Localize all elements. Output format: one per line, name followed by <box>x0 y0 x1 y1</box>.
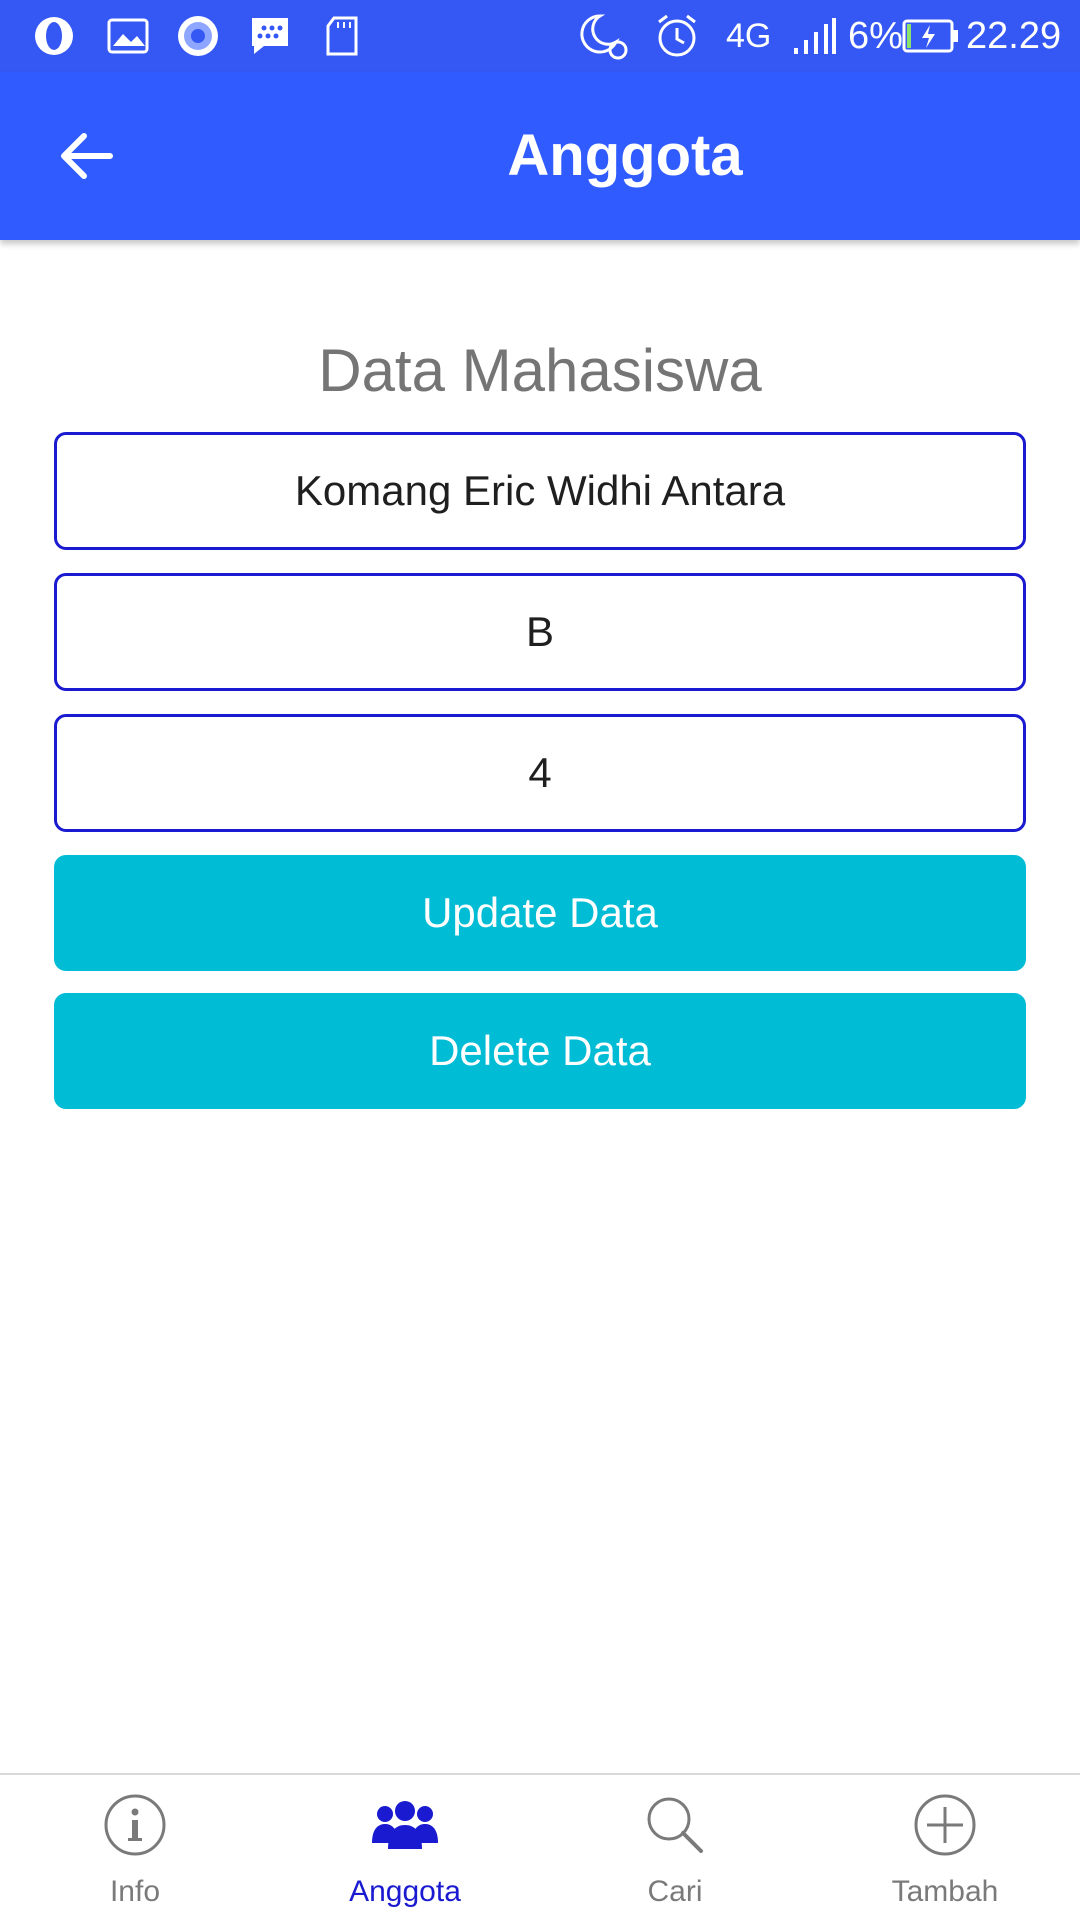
info-icon <box>0 1789 270 1861</box>
battery-percent: 6% <box>848 15 903 57</box>
add-icon <box>810 1789 1080 1861</box>
bbm-icon <box>246 14 294 58</box>
signal-icon <box>792 14 838 58</box>
status-bar: 4G 6% 22.29 <box>0 0 1080 72</box>
nav-label-info: Info <box>109 1875 161 1908</box>
do-not-disturb-alarm-icon <box>578 14 630 60</box>
clock: 22.29 <box>966 15 1062 57</box>
class-field[interactable] <box>54 573 1026 691</box>
battery-charging-icon <box>902 14 960 58</box>
nav-item-tambah[interactable]: Tambah <box>810 1775 1080 1922</box>
section-heading: Data Mahasiswa <box>318 337 762 404</box>
gallery-icon <box>104 14 152 58</box>
group-icon <box>270 1789 540 1861</box>
bottom-navigation: Info Anggota Cari Tambah <box>0 1773 1080 1922</box>
nav-label-anggota: Anggota <box>349 1875 461 1908</box>
nav-item-info[interactable]: Info <box>0 1775 270 1922</box>
nav-item-anggota[interactable]: Anggota <box>270 1775 540 1922</box>
page-title: Anggota <box>507 123 743 188</box>
search-icon <box>540 1789 810 1861</box>
delete-data-button[interactable]: Delete Data <box>54 993 1026 1109</box>
name-field[interactable] <box>54 432 1026 550</box>
app-bar: Anggota <box>0 72 1080 240</box>
alarm-icon <box>652 14 702 58</box>
record-icon <box>174 14 222 58</box>
nav-item-cari[interactable]: Cari <box>540 1775 810 1922</box>
network-type: 4G <box>726 17 772 55</box>
nav-label-tambah: Tambah <box>891 1875 999 1908</box>
sd-card-icon <box>320 14 364 58</box>
nav-label-cari: Cari <box>647 1875 703 1908</box>
opera-icon <box>30 14 78 58</box>
update-data-button[interactable]: Update Data <box>54 855 1026 971</box>
semester-field[interactable] <box>54 714 1026 832</box>
